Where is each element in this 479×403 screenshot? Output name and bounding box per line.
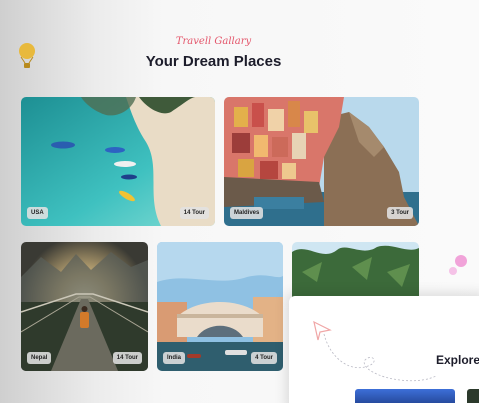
paper-plane-icon bbox=[313, 320, 437, 382]
card-location: Nepal bbox=[27, 352, 52, 364]
explore-thumbnail[interactable] bbox=[355, 389, 455, 403]
section-kicker: Travell Gallary bbox=[175, 36, 252, 47]
card-location: USA bbox=[27, 207, 48, 219]
page-title: Your Dream Places bbox=[145, 53, 282, 70]
destination-card-maldives[interactable]: Maldives 3 Tour bbox=[224, 97, 419, 226]
card-location: Maldives bbox=[230, 207, 264, 219]
card-tour-count: 14 Tour bbox=[112, 352, 142, 364]
card-location: India bbox=[163, 352, 186, 364]
destination-card-usa[interactable]: USA 14 Tour bbox=[21, 97, 215, 226]
section-header: Travell Gallary Your Dream Places bbox=[100, 36, 327, 70]
explore-thumbnail[interactable] bbox=[467, 389, 479, 403]
decorative-bubbles bbox=[449, 255, 467, 275]
explore-title: Explore bbox=[436, 353, 479, 367]
card-tour-count: 14 Tour bbox=[179, 207, 209, 219]
hot-air-balloon-icon bbox=[19, 43, 35, 68]
destination-card-nepal[interactable]: Nepal 14 Tour bbox=[21, 242, 148, 371]
card-tour-count: 3 Tour bbox=[387, 207, 413, 219]
destination-card-india[interactable]: India 4 Tour bbox=[157, 242, 283, 371]
card-tour-count: 4 Tour bbox=[251, 352, 277, 364]
